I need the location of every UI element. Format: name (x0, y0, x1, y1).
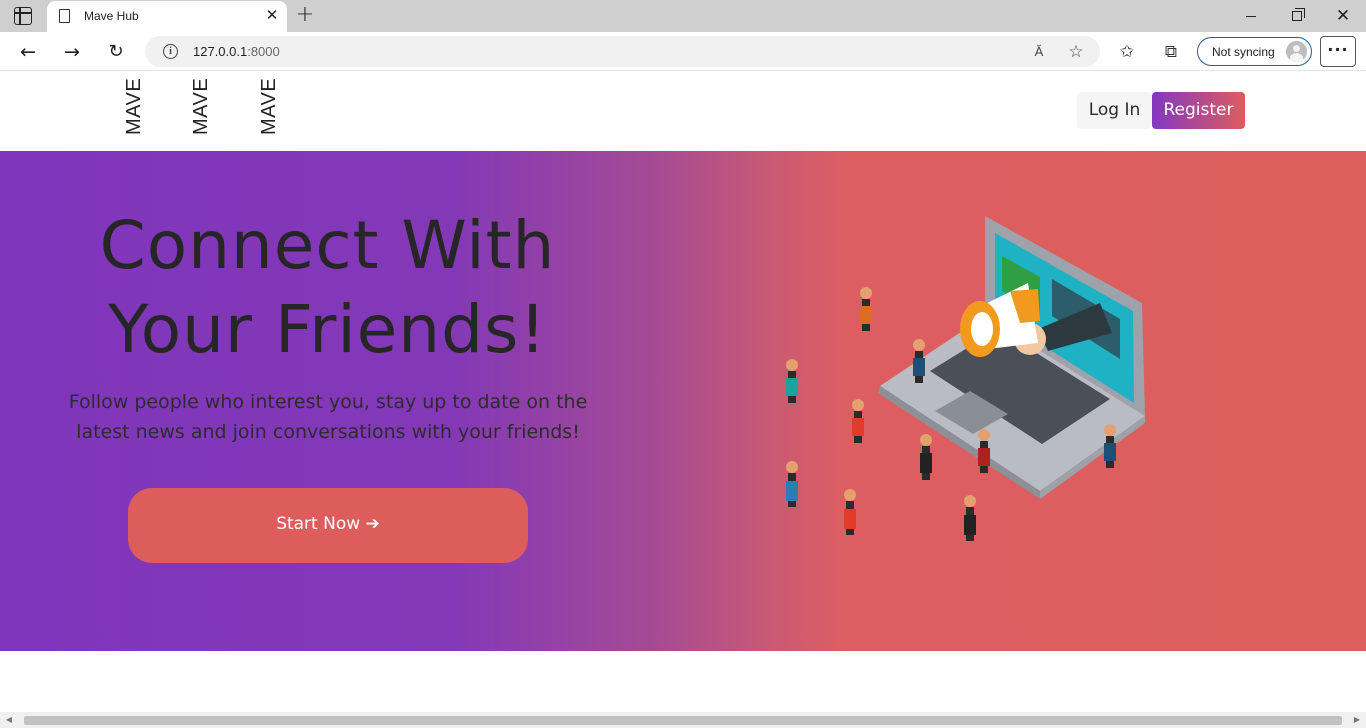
page-icon (59, 9, 70, 23)
hero-title-line2: Your Friends! (108, 291, 547, 368)
logo-item-1[interactable]: MAVE (123, 78, 145, 135)
url-text[interactable]: 127.0.0.1:8000 (193, 44, 280, 59)
hero-title: Connect With Your Friends! (30, 204, 625, 372)
browser-tab[interactable]: Mave Hub ✕ (47, 1, 287, 32)
back-icon[interactable]: ← (16, 40, 40, 64)
register-button[interactable]: Register (1152, 92, 1245, 129)
hero-subtitle: Follow people who interest you, stay up … (68, 391, 588, 443)
restore-button[interactable] (1274, 0, 1320, 32)
new-tab-icon[interactable]: + (294, 4, 316, 26)
start-now-button[interactable]: Start Now ➔ (128, 488, 528, 563)
url-host: 127.0.0.1 (193, 44, 248, 59)
close-tab-icon[interactable]: ✕ (263, 6, 281, 24)
more-menu-icon[interactable]: ··· (1320, 36, 1356, 67)
hero-section: Connect With Your Friends! Follow people… (0, 151, 1366, 651)
reload-icon[interactable]: ↻ (104, 40, 128, 64)
favorites-icon[interactable]: ✩ (1115, 40, 1139, 64)
avatar (1286, 41, 1307, 62)
horizontal-scrollbar[interactable]: ◀ ▶ (0, 712, 1366, 728)
profile-label: Not syncing (1212, 45, 1275, 59)
tab-title: Mave Hub (84, 9, 139, 23)
restore-icon (1292, 8, 1305, 21)
logo-text: MAVE (258, 77, 280, 135)
laptop-megaphone-people-illustration (786, 216, 1145, 541)
add-favorite-icon[interactable]: ☆ (1065, 41, 1087, 63)
url-port: :8000 (247, 44, 280, 59)
login-button[interactable]: Log In (1077, 92, 1152, 129)
scrollbar-thumb[interactable] (24, 716, 1342, 725)
collections-icon[interactable]: ⧉ (1159, 40, 1183, 64)
logo-text: MAVE (123, 77, 145, 135)
address-bar[interactable]: i 127.0.0.1:8000 Ă ☆ (145, 36, 1100, 67)
site-info-icon[interactable]: i (163, 44, 178, 59)
logo-item-2[interactable]: MAVE (190, 78, 212, 135)
scroll-left-icon[interactable]: ◀ (4, 715, 14, 725)
scroll-right-icon[interactable]: ▶ (1352, 715, 1362, 725)
minimize-button[interactable] (1228, 0, 1274, 32)
read-aloud-icon[interactable]: Ă (1028, 41, 1050, 63)
tab-actions-icon[interactable] (14, 7, 32, 25)
minimize-icon (1246, 15, 1256, 17)
logo-text: MAVE (190, 77, 212, 135)
profile-button[interactable]: Not syncing (1197, 37, 1312, 66)
page-viewport: MAVE MAVE MAVE Log In Register Connect W… (0, 71, 1366, 712)
browser-toolbar: ← → ↻ i 127.0.0.1:8000 Ă ☆ ✩ ⧉ Not sync… (0, 32, 1366, 71)
site-header: MAVE MAVE MAVE Log In Register (0, 71, 1366, 151)
close-window-button[interactable]: ✕ (1320, 0, 1366, 32)
hero-title-line1: Connect With (99, 207, 556, 284)
logo-item-3[interactable]: MAVE (258, 78, 280, 135)
browser-tab-bar: Mave Hub ✕ + ✕ (0, 0, 1366, 32)
forward-icon[interactable]: → (60, 40, 84, 64)
